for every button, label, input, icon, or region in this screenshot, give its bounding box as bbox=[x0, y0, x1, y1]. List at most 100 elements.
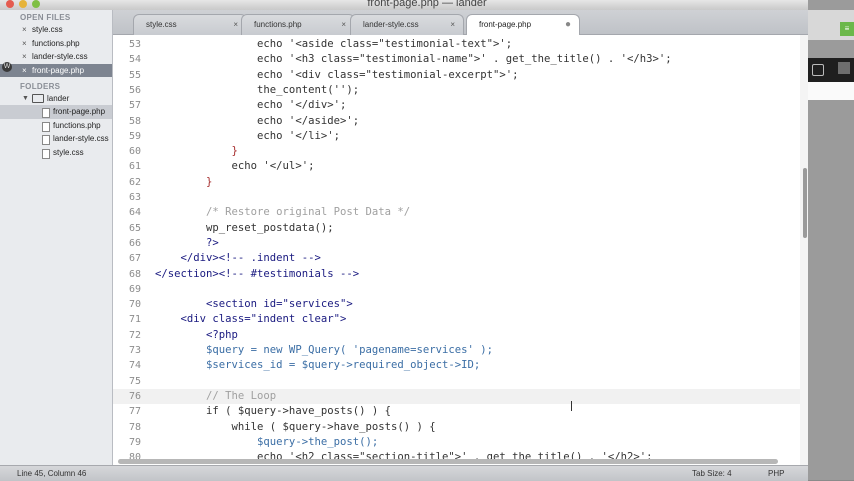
vertical-scrollbar-thumb[interactable] bbox=[803, 168, 807, 238]
code-line[interactable]: 61 echo '</ul>'; bbox=[113, 159, 808, 174]
file-front-page-php[interactable]: front-page.php bbox=[0, 105, 112, 119]
close-file-icon[interactable]: × bbox=[22, 64, 27, 78]
folder-icon bbox=[32, 94, 44, 104]
tab-bar: style.css × functions.php × lander-style… bbox=[113, 10, 808, 36]
close-tab-icon[interactable]: × bbox=[450, 15, 455, 35]
code-line[interactable]: 72 <?php bbox=[113, 328, 808, 343]
mouse-cursor-icon bbox=[571, 401, 574, 411]
line-number: 64 bbox=[128, 207, 141, 219]
horizontal-scrollbar[interactable] bbox=[118, 459, 778, 464]
code-text: <section id="services"> bbox=[155, 298, 353, 311]
tab-functions-php[interactable]: functions.php × bbox=[241, 14, 355, 35]
line-number: 55 bbox=[128, 69, 141, 81]
folder-lander[interactable]: ▼ lander bbox=[0, 92, 112, 105]
tab-size-selector[interactable]: Tab Size: 4 bbox=[692, 469, 732, 478]
code-line[interactable]: 78 while ( $query->have_posts() ) { bbox=[113, 420, 808, 435]
admin-bar bbox=[808, 58, 854, 82]
unsaved-dot-icon[interactable]: ● bbox=[565, 15, 571, 35]
line-number: 56 bbox=[128, 84, 141, 96]
open-file-lander-style-css[interactable]: × lander-style.css bbox=[0, 50, 112, 64]
code-line[interactable]: 67 </div><!-- .indent --> bbox=[113, 251, 808, 266]
background-browser: ≡ bbox=[808, 0, 854, 480]
code-text: echo '</li>'; bbox=[155, 129, 340, 142]
code-line[interactable]: 65 wp_reset_postdata(); bbox=[113, 221, 808, 236]
file-functions-php[interactable]: functions.php bbox=[0, 119, 112, 133]
vertical-scrollbar-track[interactable] bbox=[800, 35, 808, 465]
chevron-down-icon[interactable]: ▼ bbox=[22, 92, 29, 105]
code-line[interactable]: 60 } bbox=[113, 144, 808, 159]
code-text: echo '</ul>'; bbox=[155, 160, 315, 173]
file-icon bbox=[42, 135, 50, 145]
code-line[interactable]: 68 </section><!-- #testimonials --> bbox=[113, 267, 808, 282]
code-line[interactable]: 66 ?> bbox=[113, 236, 808, 251]
code-text: <?php bbox=[155, 328, 238, 341]
code-line[interactable]: 56 the_content(''); bbox=[113, 83, 808, 98]
close-tab-icon[interactable]: × bbox=[341, 15, 346, 35]
file-lander-style-css[interactable]: lander-style.css bbox=[0, 132, 112, 146]
code-line[interactable]: 74 $services_id = $query->required_objec… bbox=[113, 358, 808, 373]
code-text: $query = new WP_Query( 'pagename=service… bbox=[155, 344, 494, 356]
line-number: 71 bbox=[128, 314, 141, 326]
line-number: 74 bbox=[128, 360, 141, 372]
open-file-style-css[interactable]: × style.css bbox=[0, 23, 112, 37]
code-line[interactable]: 62 } bbox=[113, 175, 808, 190]
code-text: </section><!-- #testimonials --> bbox=[155, 267, 360, 280]
code-text: if ( $query->have_posts() ) { bbox=[155, 405, 391, 418]
file-icon bbox=[42, 121, 50, 132]
code-line[interactable]: 55 echo '<div class="testimonial-excerpt… bbox=[113, 68, 808, 83]
line-number: 57 bbox=[128, 100, 141, 112]
line-number: 73 bbox=[128, 345, 141, 356]
line-number: 65 bbox=[128, 222, 141, 234]
code-line[interactable]: 53 echo '<aside class="testimonial-text"… bbox=[113, 37, 808, 52]
syntax-selector[interactable]: PHP bbox=[768, 469, 784, 478]
menu-icon: ≡ bbox=[840, 22, 854, 36]
code-line[interactable]: 63 bbox=[113, 190, 808, 205]
tab-style-css[interactable]: style.css × bbox=[133, 14, 247, 35]
line-number: 66 bbox=[128, 237, 141, 249]
line-number: 76 bbox=[128, 390, 141, 402]
close-file-icon[interactable]: × bbox=[22, 23, 27, 37]
cursor-position: Line 45, Column 46 bbox=[17, 469, 87, 478]
line-number: 68 bbox=[128, 268, 141, 280]
code-line[interactable]: 71 <div class="indent clear"> bbox=[113, 312, 808, 327]
tab-front-page-php[interactable]: front-page.php ● bbox=[466, 14, 580, 36]
open-file-front-page-php[interactable]: × front-page.php bbox=[0, 63, 112, 78]
tab-lander-style-css[interactable]: lander-style.css × bbox=[350, 14, 464, 35]
code-line[interactable]: 79 $query->the_post(); bbox=[113, 435, 808, 450]
file-icon bbox=[42, 148, 50, 159]
close-tab-icon[interactable]: × bbox=[233, 15, 238, 35]
close-file-icon[interactable]: × bbox=[22, 50, 27, 64]
wordpress-icon: W bbox=[2, 62, 12, 72]
line-number: 72 bbox=[128, 329, 141, 341]
code-text: while ( $query->have_posts() ) { bbox=[155, 420, 436, 433]
code-line[interactable]: 54 echo '<h3 class="testimonial-name">' … bbox=[113, 52, 808, 67]
line-number: 67 bbox=[128, 253, 141, 265]
background-desktop: W bbox=[0, 0, 14, 100]
open-file-functions-php[interactable]: × functions.php bbox=[0, 37, 112, 51]
file-icon bbox=[42, 108, 50, 118]
line-number: 79 bbox=[128, 436, 141, 448]
code-line[interactable]: 59 echo '</li>'; bbox=[113, 129, 808, 144]
code-text: $services_id = $query->required_object->… bbox=[155, 359, 481, 372]
code-text: the_content(''); bbox=[155, 83, 360, 96]
code-line[interactable]: 77 if ( $query->have_posts() ) { bbox=[113, 404, 808, 419]
file-style-css[interactable]: style.css bbox=[0, 146, 112, 160]
code-editor[interactable]: 53 echo '<aside class="testimonial-text"… bbox=[113, 35, 808, 465]
code-text: ?> bbox=[155, 236, 219, 249]
code-text: /* Restore original Post Data */ bbox=[155, 206, 411, 219]
avatar bbox=[838, 62, 850, 74]
code-line[interactable]: 58 echo '</aside>'; bbox=[113, 114, 808, 129]
code-line[interactable]: 76 // The Loop bbox=[113, 388, 808, 405]
code-line[interactable]: 69 bbox=[113, 282, 808, 297]
code-line[interactable]: 73 $query = new WP_Query( 'pagename=serv… bbox=[113, 343, 808, 358]
line-number: 53 bbox=[128, 39, 141, 50]
code-line[interactable]: 70 <section id="services"> bbox=[113, 297, 808, 312]
line-number: 78 bbox=[128, 421, 141, 433]
close-file-icon[interactable]: × bbox=[22, 37, 27, 51]
line-number: 60 bbox=[128, 146, 141, 158]
line-number: 75 bbox=[128, 375, 141, 387]
code-text: echo '<aside class="testimonial-text">'; bbox=[155, 38, 513, 50]
code-line[interactable]: 57 echo '</div>'; bbox=[113, 98, 808, 113]
code-line[interactable]: 75 bbox=[113, 374, 808, 389]
code-line[interactable]: 64 /* Restore original Post Data */ bbox=[113, 205, 808, 220]
